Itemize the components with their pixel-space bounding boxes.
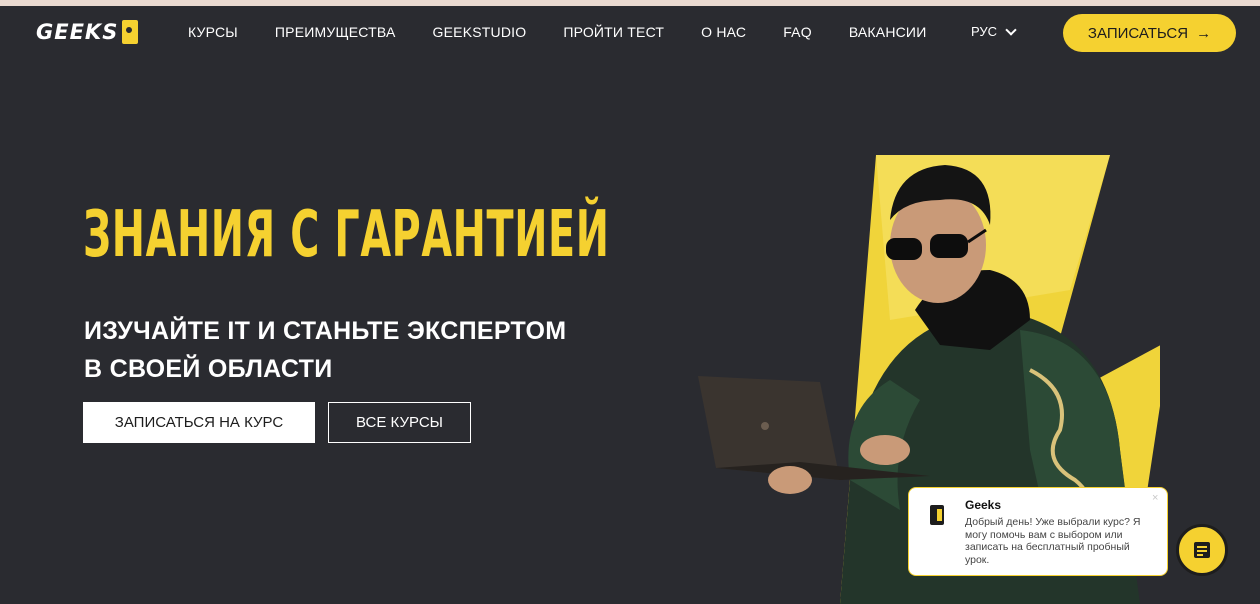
laptop-logo	[761, 422, 769, 430]
main-nav: КУРСЫ ПРЕИМУЩЕСТВА GEEKSTUDIO ПРОЙТИ ТЕС…	[188, 24, 963, 40]
nav-item-courses[interactable]: КУРСЫ	[188, 24, 238, 40]
hero-subtitle: ИЗУЧАЙТЕ IT И СТАНЬТЕ ЭКСПЕРТОМ В СВОЕЙ …	[84, 312, 644, 388]
enroll-course-button[interactable]: ЗАПИСАТЬСЯ НА КУРС	[83, 402, 315, 443]
nav-item-about[interactable]: О НАС	[701, 24, 746, 40]
close-icon[interactable]: ×	[1152, 492, 1158, 504]
logo-text: GEEKS	[36, 20, 119, 44]
hand-left	[768, 466, 812, 494]
chat-message: Добрый день! Уже выбрали курс? Я могу по…	[965, 516, 1141, 566]
sunglasses-right	[930, 234, 968, 258]
signup-button-label: ЗАПИСАТЬСЯ	[1087, 24, 1189, 42]
chat-icon	[1194, 542, 1210, 558]
hand-right	[860, 435, 910, 465]
hero-title: ЗНАНИЯ С ГАРАНТИЕЙ	[83, 198, 610, 272]
site-header: GEEKS КУРСЫ ПРЕИМУЩЕСТВА GEEKSTUDIO ПРОЙ…	[0, 6, 1260, 60]
chat-sender-name: Geeks	[965, 498, 1002, 512]
geeks-head-icon	[122, 20, 139, 44]
sunglasses-left	[886, 238, 922, 260]
nav-item-advantages[interactable]: ПРЕИМУЩЕСТВА	[275, 24, 396, 40]
logo[interactable]: GEEKS	[36, 20, 139, 44]
geeks-avatar-icon	[930, 505, 944, 525]
nav-item-take-test[interactable]: ПРОЙТИ ТЕСТ	[563, 24, 664, 40]
nav-item-geekstudio[interactable]: GEEKSTUDIO	[433, 24, 527, 40]
nav-item-faq[interactable]: FAQ	[783, 24, 812, 40]
chevron-down-icon	[1005, 23, 1017, 36]
chat-toggle-button[interactable]	[1176, 524, 1228, 576]
language-selector[interactable]: РУС	[971, 23, 1017, 39]
chat-popup: Geeks Добрый день! Уже выбрали курс? Я м…	[908, 487, 1168, 576]
all-courses-button[interactable]: ВСЕ КУРСЫ	[328, 402, 471, 443]
nav-item-vacancies[interactable]: ВАКАНСИИ	[849, 24, 927, 40]
signup-button[interactable]: ЗАПИСАТЬСЯ →	[1063, 14, 1236, 52]
language-label: РУС	[971, 24, 998, 39]
arrow-right-icon: →	[1196, 24, 1212, 42]
hero-subtitle-line-1: ИЗУЧАЙТЕ IT И СТАНЬТЕ ЭКСПЕРТОМ	[84, 317, 567, 345]
hero-subtitle-line-2: В СВОЕЙ ОБЛАСТИ	[84, 355, 333, 383]
